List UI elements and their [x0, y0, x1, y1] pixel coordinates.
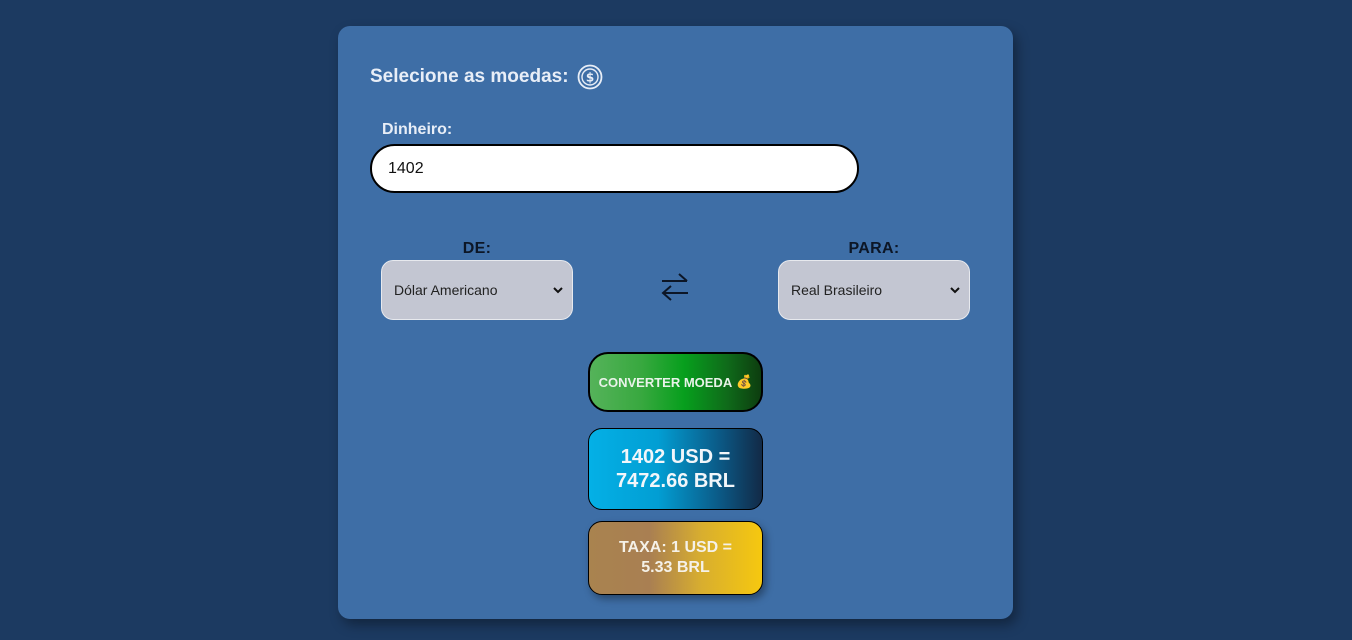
rate-line-2: 5.33 BRL [641, 559, 710, 576]
from-currency-label: DE: [462, 240, 492, 257]
page-title: Selecione as moedas: $ [370, 64, 603, 90]
convert-button-label: CONVERTER MOEDA [598, 374, 733, 390]
chevron-down-icon [553, 287, 563, 294]
from-currency-value: Dólar Americano [394, 282, 498, 298]
amount-input[interactable] [370, 144, 859, 193]
svg-text:$: $ [585, 71, 593, 85]
to-currency-value: Real Brasileiro [791, 282, 883, 298]
amount-label: Dinheiro: [382, 121, 453, 138]
convert-button[interactable]: CONVERTER MOEDA 💰 [588, 352, 763, 412]
page-title-text: Selecione as moedas: [370, 66, 569, 87]
to-currency-select[interactable]: Real Brasileiro [778, 260, 970, 320]
to-currency-group: PARA: Real Brasileiro [778, 240, 970, 320]
converter-card: Selecione as moedas: $ Dinheiro: DE: Dól… [338, 26, 1013, 619]
result-line-2: 7472.66 BRL [616, 470, 735, 492]
conversion-result: 1402 USD = 7472.66 BRL [588, 428, 763, 510]
rate-line-1: TAXA: 1 USD = [618, 539, 733, 556]
swap-arrows-icon[interactable] [658, 270, 692, 304]
from-currency-select[interactable]: Dólar Americano [381, 260, 573, 320]
money-bag-icon: 💰 [736, 374, 753, 389]
exchange-rate: TAXA: 1 USD = 5.33 BRL [588, 521, 763, 595]
to-currency-label: PARA: [848, 240, 900, 257]
from-currency-group: DE: Dólar Americano [381, 240, 573, 320]
result-line-1: 1402 USD = [620, 446, 731, 468]
dollar-coin-icon: $ [577, 64, 602, 90]
chevron-down-icon [950, 287, 960, 294]
